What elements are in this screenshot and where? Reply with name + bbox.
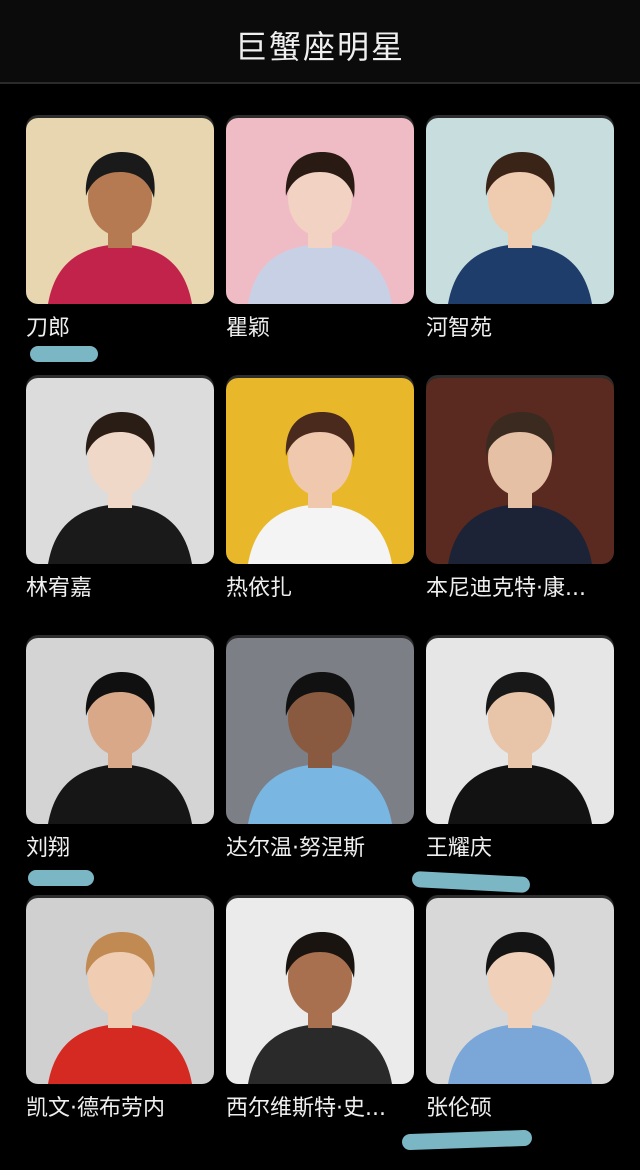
celebrity-name[interactable]: 热依扎 — [226, 574, 414, 604]
celebrity-photo[interactable] — [26, 118, 214, 304]
celebrity-name[interactable]: 刀郎 — [26, 314, 214, 344]
celebrity-photo[interactable] — [226, 118, 414, 304]
celebrity-photo[interactable] — [26, 638, 214, 824]
celebrity-photo[interactable] — [426, 378, 614, 564]
highlight-mark — [30, 346, 98, 362]
page-title: 巨蟹座明星 — [234, 28, 405, 66]
celebrity-card[interactable]: 西尔维斯特·史... — [226, 898, 414, 1158]
celebrity-card[interactable]: 刀郎 — [26, 118, 214, 378]
celebrity-name[interactable]: 林宥嘉 — [26, 574, 214, 604]
celebrity-card[interactable]: 刘翔 — [26, 638, 214, 898]
celebrity-photo[interactable] — [226, 378, 414, 564]
celebrity-name[interactable]: 西尔维斯特·史... — [226, 1094, 414, 1124]
celebrity-card[interactable]: 张伦硕 — [426, 898, 614, 1158]
celebrity-name[interactable]: 张伦硕 — [426, 1094, 614, 1124]
celebrity-card[interactable]: 瞿颖 — [226, 118, 414, 378]
celebrity-card[interactable]: 河智苑 — [426, 118, 614, 378]
celebrity-photo[interactable] — [226, 638, 414, 824]
celebrity-name[interactable]: 王耀庆 — [426, 834, 614, 864]
highlight-mark — [28, 870, 94, 886]
celebrity-name[interactable]: 本尼迪克特·康... — [426, 574, 614, 604]
celebrity-name[interactable]: 河智苑 — [426, 314, 614, 344]
celebrity-photo[interactable] — [426, 638, 614, 824]
celebrity-card[interactable]: 凯文·德布劳内 — [26, 898, 214, 1158]
celebrity-card[interactable]: 本尼迪克特·康... — [426, 378, 614, 638]
celebrity-photo[interactable] — [226, 898, 414, 1084]
header-bar: 巨蟹座明星 — [0, 0, 640, 84]
celebrity-grid: 刀郎 瞿颖 河智苑林宥嘉 热依扎 本尼迪克特·康... 刘翔 达尔温·努涅斯 王耀庆凯文·德布… — [26, 118, 614, 1158]
celebrity-name[interactable]: 刘翔 — [26, 834, 214, 864]
celebrity-photo[interactable] — [426, 898, 614, 1084]
celebrity-photo[interactable] — [26, 898, 214, 1084]
celebrity-name[interactable]: 凯文·德布劳内 — [26, 1094, 214, 1124]
celebrity-card[interactable]: 热依扎 — [226, 378, 414, 638]
celebrity-photo[interactable] — [26, 378, 214, 564]
celebrity-name[interactable]: 达尔温·努涅斯 — [226, 834, 414, 864]
celebrity-card[interactable]: 王耀庆 — [426, 638, 614, 898]
celebrity-name[interactable]: 瞿颖 — [226, 314, 414, 344]
celebrity-card[interactable]: 林宥嘉 — [26, 378, 214, 638]
celebrity-photo[interactable] — [426, 118, 614, 304]
celebrity-card[interactable]: 达尔温·努涅斯 — [226, 638, 414, 898]
